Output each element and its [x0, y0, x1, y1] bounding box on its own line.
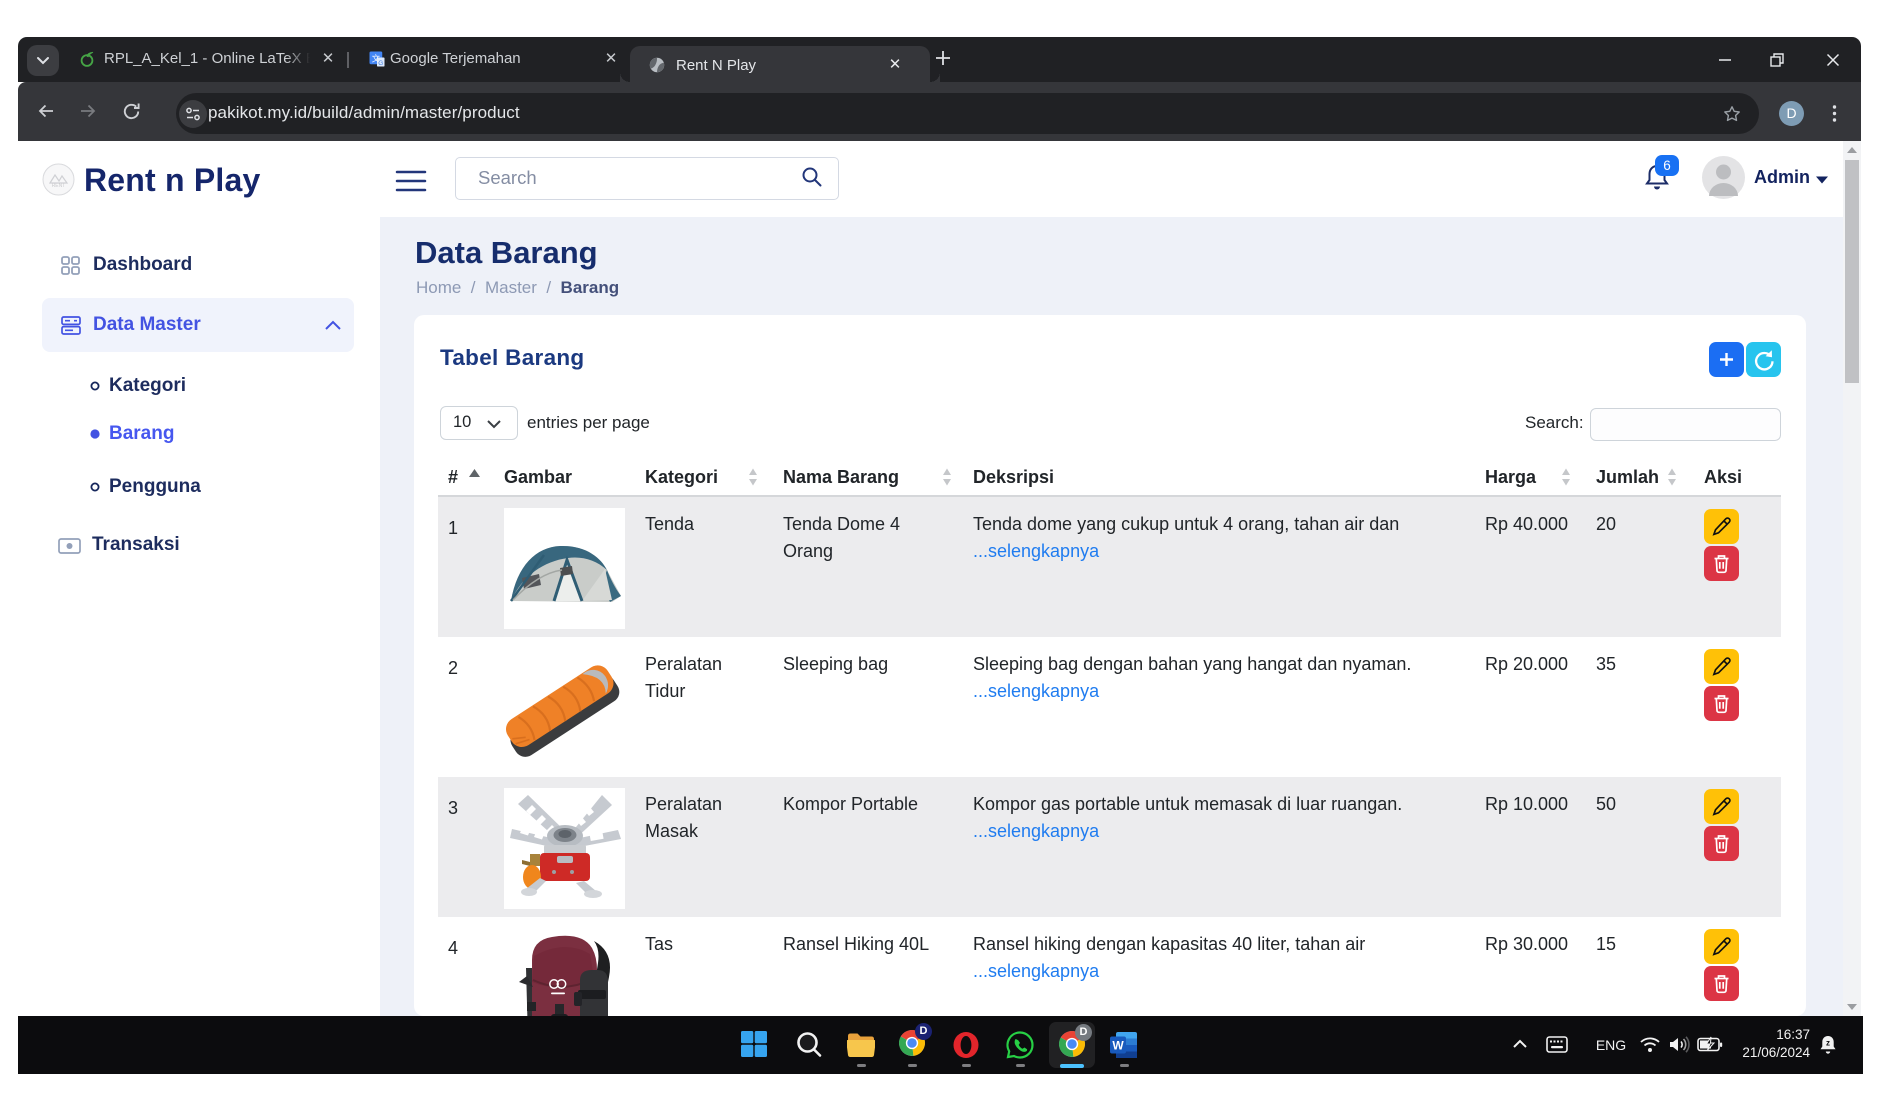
svg-text:RENT: RENT: [52, 183, 66, 189]
svg-text:G: G: [378, 60, 383, 67]
svg-text:z: z: [1826, 1039, 1830, 1048]
svg-text:W: W: [1112, 1039, 1124, 1053]
